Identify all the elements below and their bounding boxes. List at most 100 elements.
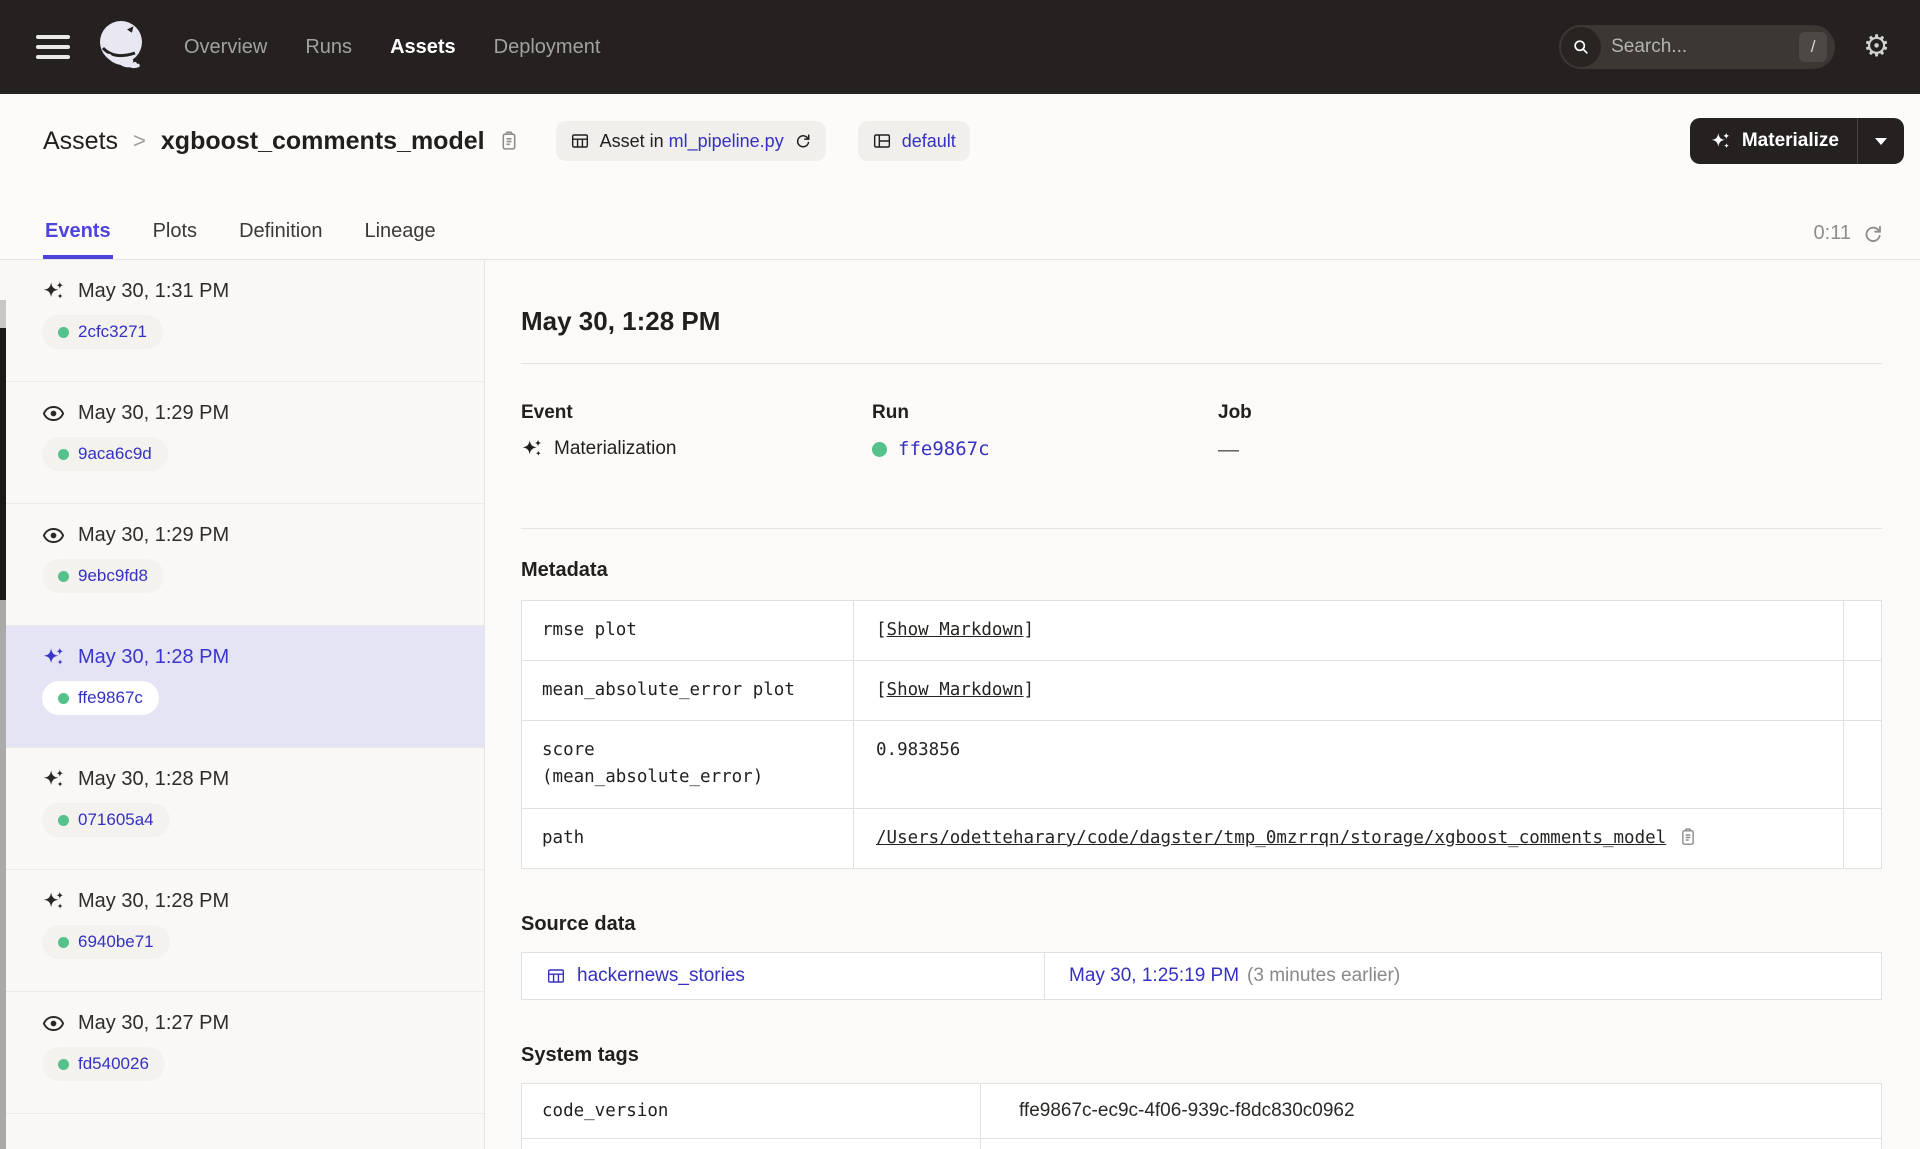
source-time-note: (3 minutes earlier) — [1247, 964, 1401, 986]
nav-item-runs[interactable]: Runs — [305, 36, 352, 59]
run-id: ffe9867c — [78, 688, 143, 707]
asset-location-pill: Asset in ml_pipeline.py — [555, 121, 826, 161]
copy-asset-name-icon[interactable] — [498, 130, 520, 152]
observation-eye-icon — [42, 402, 65, 425]
repository-pill[interactable]: default — [857, 121, 970, 161]
search-box[interactable]: / — [1559, 25, 1836, 69]
event-list-item[interactable]: May 30, 1:31 PM 2cfc3271 — [0, 260, 484, 382]
run-id: 9ebc9fd8 — [78, 566, 148, 585]
materialization-sparkle-icon — [42, 280, 65, 303]
breadcrumb-separator: > — [133, 128, 146, 153]
reload-definitions-icon[interactable] — [794, 132, 812, 150]
materialization-sparkle-icon — [42, 646, 65, 669]
table-grid-icon — [546, 966, 566, 986]
event-list-item[interactable]: May 30, 1:27 PM fd540026 — [0, 992, 484, 1114]
asset-location-text: Asset in ml_pipeline.py — [599, 130, 784, 151]
metadata-row: path /Users/odetteharary/code/dagster/tm… — [521, 807, 1882, 869]
run-id-badge[interactable]: fd540026 — [42, 1047, 165, 1081]
event-time: May 30, 1:28 PM — [78, 768, 230, 790]
materialize-button[interactable]: Materialize — [1690, 118, 1858, 164]
source-time-link[interactable]: May 30, 1:25:19 PM — [1069, 965, 1239, 986]
metadata-row: mean_absolute_error plot [Show Markdown] — [521, 660, 1882, 722]
run-status-dot — [58, 448, 69, 460]
run-id-badge[interactable]: 071605a4 — [42, 803, 170, 837]
nav-item-deployment[interactable]: Deployment — [494, 36, 601, 59]
event-list-item[interactable]: May 30, 1:28 PM ffe9867c — [0, 626, 484, 748]
source-data-table: hackernews_stories May 30, 1:25:19 PM (3 … — [521, 951, 1882, 1000]
hamburger-menu-icon[interactable] — [36, 35, 70, 59]
tab-lineage[interactable]: Lineage — [362, 220, 437, 259]
nav-item-overview[interactable]: Overview — [184, 36, 267, 59]
system-tag-row: code_version ffe9867c-ec9c-4f06-939c-f8d… — [521, 1082, 1882, 1139]
metadata-key: path — [521, 807, 854, 869]
event-list-item[interactable]: May 30, 1:28 PM 071605a4 — [0, 748, 484, 870]
system-tags-table: code_version ffe9867c-ec9c-4f06-939c-f8d… — [521, 1082, 1882, 1149]
dagster-logo[interactable] — [94, 17, 150, 78]
run-status-dot — [58, 570, 69, 582]
system-tags-heading: System tags — [521, 1043, 639, 1066]
observation-eye-icon — [42, 1012, 65, 1035]
refresh-icon[interactable] — [1862, 223, 1884, 245]
nav-item-assets[interactable]: Assets — [390, 36, 456, 59]
asset-name: xgboost_comments_model — [160, 126, 485, 155]
pipeline-file-link[interactable]: ml_pipeline.py — [669, 131, 784, 151]
event-time: May 30, 1:29 PM — [78, 402, 230, 424]
event-list-item[interactable]: May 30, 1:29 PM 9aca6c9d — [0, 382, 484, 504]
run-status-dot — [58, 936, 69, 948]
run-id-link[interactable]: ffe9867c — [898, 438, 990, 460]
run-status-dot — [872, 441, 887, 457]
run-id-badge[interactable]: 2cfc3271 — [42, 315, 163, 349]
show-markdown-link[interactable]: Show Markdown — [887, 680, 1024, 700]
materialize-dropdown-button[interactable] — [1858, 118, 1904, 164]
run-id-badge[interactable]: 9ebc9fd8 — [42, 559, 164, 593]
repository-name[interactable]: default — [902, 131, 956, 152]
run-id-badge[interactable]: ffe9867c — [42, 681, 159, 715]
metadata-value: 0.983856 — [876, 740, 961, 761]
event-title: May 30, 1:28 PM — [521, 306, 721, 336]
table-grid-icon — [570, 131, 590, 151]
sparkle-icon — [1710, 131, 1731, 152]
run-id: 9aca6c9d — [78, 444, 152, 463]
path-link[interactable]: /Users/odetteharary/code/dagster/tmp_0mz… — [876, 828, 1666, 848]
breadcrumb-assets-link[interactable]: Assets — [43, 127, 118, 156]
show-markdown-link[interactable]: Show Markdown — [887, 620, 1024, 640]
tab-definition[interactable]: Definition — [237, 220, 324, 259]
system-tag-row — [521, 1137, 1882, 1149]
event-list-item[interactable]: May 30, 1:28 PM 6940be71 — [0, 870, 484, 992]
tab-plots[interactable]: Plots — [151, 220, 199, 259]
settings-gear-icon[interactable]: ⚙ — [1863, 32, 1890, 62]
run-status-dot — [58, 814, 69, 826]
event-time: May 30, 1:28 PM — [78, 890, 230, 912]
run-status-dot — [58, 692, 69, 704]
system-tag-key: code_version — [521, 1082, 981, 1139]
event-time: May 30, 1:28 PM — [78, 646, 230, 668]
nav-menu: Overview Runs Assets Deployment — [184, 36, 600, 59]
source-data-heading: Source data — [521, 912, 636, 935]
run-status-dot — [58, 1058, 69, 1070]
refresh-countdown: 0:11 — [1813, 222, 1851, 244]
run-id-badge[interactable]: 6940be71 — [42, 925, 170, 959]
run-id: 6940be71 — [78, 932, 154, 951]
search-input[interactable] — [1611, 36, 1800, 58]
copy-path-icon[interactable] — [1678, 827, 1698, 847]
asset-header: Assets > xgboost_comments_model Asset in… — [0, 94, 1920, 260]
run-id-badge[interactable]: 9aca6c9d — [42, 437, 168, 471]
source-asset-link[interactable]: hackernews_stories — [577, 965, 745, 987]
metadata-table: rmse plot [Show Markdown] mean_absolute_… — [521, 599, 1882, 869]
event-column-label: Event — [521, 402, 573, 423]
metadata-heading: Metadata — [521, 559, 608, 581]
event-time: May 30, 1:31 PM — [78, 280, 230, 302]
repository-icon — [872, 131, 892, 151]
event-time: May 30, 1:27 PM — [78, 1012, 230, 1034]
source-data-row: hackernews_stories May 30, 1:25:19 PM (3 … — [521, 951, 1882, 1000]
search-shortcut-key: / — [1799, 32, 1828, 62]
spacer-cell — [1843, 720, 1882, 809]
run-id: 2cfc3271 — [78, 322, 147, 341]
tab-events[interactable]: Events — [43, 220, 113, 259]
event-type-value: Materialization — [554, 438, 677, 459]
search-icon — [1561, 27, 1602, 67]
metadata-key: mean_absolute_error plot — [521, 660, 854, 722]
event-detail-panel: May 30, 1:28 PM Event Materialization Ru… — [485, 260, 1920, 1149]
event-list-item[interactable]: May 30, 1:29 PM 9ebc9fd8 — [0, 504, 484, 626]
top-nav: Overview Runs Assets Deployment / ⚙ — [0, 0, 1920, 94]
